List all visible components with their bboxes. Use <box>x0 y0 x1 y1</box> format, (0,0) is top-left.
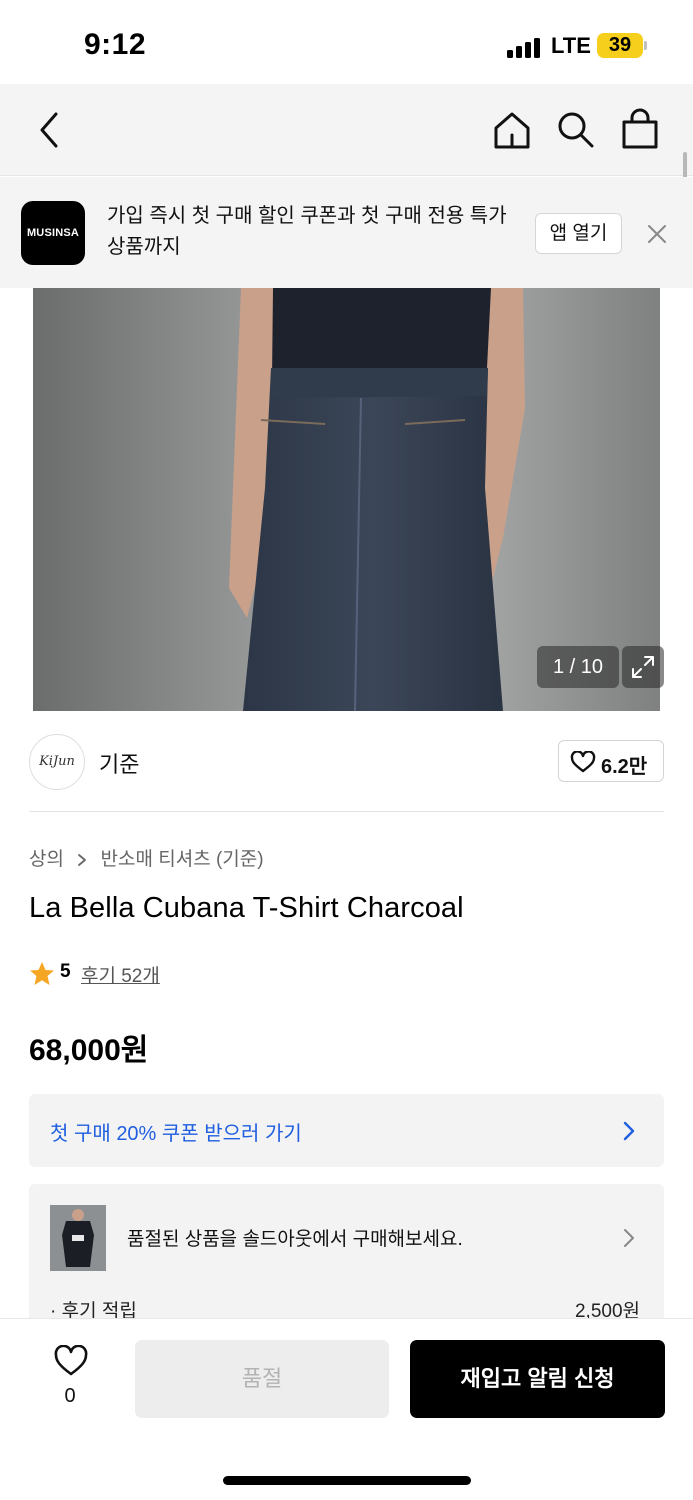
breadcrumb-category[interactable]: 상의 <box>29 844 64 871</box>
review-link[interactable]: 후기 52개 <box>81 961 160 988</box>
expand-icon <box>632 656 654 678</box>
chevron-right-icon <box>78 854 87 866</box>
breadcrumb-subcategory[interactable]: 반소매 티셔츠 (기준) <box>101 844 264 871</box>
network-type: LTE <box>551 33 591 58</box>
battery-icon: 39 <box>597 33 643 58</box>
wishlist-count: 0 <box>64 1385 76 1407</box>
chevron-right-icon <box>623 1121 635 1141</box>
brand-like-count: 6.2만 <box>601 756 648 778</box>
chevron-right-icon <box>624 1229 634 1247</box>
signal-icon <box>507 36 543 58</box>
brand-logo[interactable]: KiJun <box>29 734 85 790</box>
top-navigation <box>0 84 693 176</box>
soldout-thumbnail <box>50 1205 106 1271</box>
open-app-button[interactable]: 앱 열기 <box>535 213 622 254</box>
status-time: 9:12 <box>84 28 147 61</box>
rating-score: 5 <box>60 961 71 982</box>
brand-name[interactable]: 기준 <box>99 747 139 779</box>
soldout-button: 품절 <box>135 1340 389 1418</box>
soldout-box[interactable]: 품절된 상품을 솔드아웃에서 구매해보세요. · 후기 적립 2,500원 <box>29 1184 664 1324</box>
product-price: 68,000원 <box>29 1034 149 1067</box>
star-icon <box>30 962 54 985</box>
coupon-banner[interactable]: 첫 구매 20% 쿠폰 받으러 가기 <box>29 1094 664 1167</box>
breadcrumb: 상의 반소매 티셔츠 (기준) <box>29 844 264 871</box>
product-title: La Bella Cubana T-Shirt Charcoal <box>29 892 464 924</box>
promo-message: 가입 즉시 첫 구매 할인 쿠폰과 첫 구매 전용 특가 상품까지 <box>107 205 507 258</box>
coupon-label: 첫 구매 20% 쿠폰 받으러 가기 <box>50 1123 302 1145</box>
back-icon[interactable] <box>36 110 64 150</box>
close-icon[interactable] <box>646 223 668 245</box>
status-bar: 9:12 LTE 39 <box>0 0 693 84</box>
thumbnail-photo <box>50 1205 106 1271</box>
image-counter: 1 / 10 <box>537 646 619 688</box>
home-indicator <box>223 1476 471 1485</box>
home-icon[interactable] <box>492 110 532 150</box>
search-icon[interactable] <box>556 110 596 150</box>
shopping-bag-icon[interactable] <box>620 108 660 150</box>
app-promo-banner: MUSINSA 가입 즉시 첫 구매 할인 쿠폰과 첫 구매 전용 특가 상품까… <box>0 177 693 288</box>
expand-button[interactable] <box>622 646 664 688</box>
divider <box>29 811 664 812</box>
heart-icon <box>570 751 596 773</box>
musinsa-logo: MUSINSA <box>21 201 85 265</box>
brand-like-button[interactable]: 6.2만 <box>558 740 664 782</box>
wishlist-heart-icon[interactable] <box>53 1345 89 1377</box>
battery-cap <box>644 41 647 50</box>
restock-alert-button[interactable]: 재입고 알림 신청 <box>410 1340 665 1418</box>
soldout-message: 품절된 상품을 솔드아웃에서 구매해보세요. <box>127 1229 463 1250</box>
